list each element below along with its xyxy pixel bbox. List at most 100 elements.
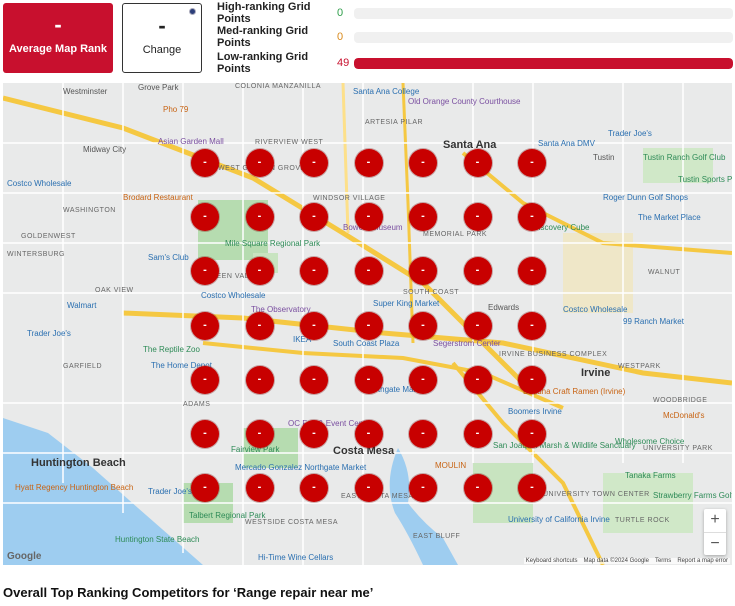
grid-rank-pin[interactable]: - (245, 474, 274, 503)
grid-rank-pin[interactable]: - (300, 149, 328, 177)
grid-rank-pin[interactable]: - (245, 311, 274, 340)
map-label: SOUTH COAST (403, 289, 460, 296)
map-label: WOODBRIDGE (653, 397, 708, 404)
stat-bar (354, 32, 733, 43)
map-label: Santa Ana (443, 139, 497, 151)
grid-rank-pin[interactable]: - (191, 474, 219, 503)
map-label: The Market Place (638, 213, 701, 222)
grid-rank-pin[interactable]: - (463, 474, 492, 503)
google-logo: Google (7, 551, 42, 562)
stat-row-low: Low-ranking Grid Points 49 (217, 51, 733, 75)
grid-rank-pin[interactable]: - (354, 149, 383, 177)
grid-rank-pin[interactable]: - (300, 420, 328, 448)
grid-rank-pin[interactable]: - (354, 203, 383, 232)
map-label: Walmart (67, 301, 97, 310)
map-label: Santa Ana College (353, 87, 420, 96)
grid-rank-pin[interactable]: - (409, 311, 437, 340)
grid-rank-pin[interactable]: - (354, 311, 383, 340)
grid-rank-pin[interactable]: - (463, 149, 492, 177)
map-label: Tustin Sports Park (678, 175, 732, 184)
change-card: - Change (122, 3, 202, 73)
map-label: McDonald's (663, 411, 705, 420)
map-label: Edwards (488, 303, 520, 312)
stat-fill (354, 58, 733, 69)
grid-rank-pin[interactable]: - (463, 203, 492, 232)
grid-rank-pin[interactable]: - (518, 474, 546, 503)
stat-label: Low-ranking Grid Points (217, 51, 309, 75)
grid-rank-pin[interactable]: - (409, 420, 437, 448)
grid-rank-pin[interactable]: - (409, 203, 437, 232)
grid-rank-pin[interactable]: - (191, 203, 219, 232)
info-icon[interactable] (189, 8, 196, 15)
grid-rank-pin[interactable]: - (191, 311, 219, 340)
map-label: Roger Dunn Golf Shops (603, 193, 688, 202)
map-label: Midway City (83, 145, 127, 154)
grid-rank-pin[interactable]: - (300, 311, 328, 340)
map-label: Westminster (63, 87, 108, 96)
rank-grid-map[interactable]: Westminster COLONIA MANZANILLA Grove Par… (3, 83, 732, 565)
map-label: Costco Wholesale (201, 291, 266, 300)
grid-rank-pin[interactable]: - (245, 149, 274, 177)
map-label: GOLDENWEST (21, 233, 76, 240)
map-label: WINDSOR VILLAGE (313, 195, 386, 202)
map-label: Hi-Time Wine Cellars (258, 553, 334, 562)
map-label: Super King Market (373, 299, 440, 308)
grid-rank-pin[interactable]: - (354, 257, 383, 286)
grid-rank-pin[interactable]: - (518, 365, 546, 394)
keyboard-shortcuts-link[interactable]: Keyboard shortcuts (526, 558, 578, 564)
grid-rank-pin[interactable]: - (409, 149, 437, 177)
grid-rank-pin[interactable]: - (409, 474, 437, 503)
grid-rank-pin[interactable]: - (191, 420, 219, 448)
grid-rank-pin[interactable]: - (518, 311, 546, 340)
grid-rank-pin[interactable]: - (245, 420, 274, 448)
map-label: EAST BLUFF (413, 533, 461, 540)
average-map-rank-label: Average Map Rank (8, 43, 108, 55)
map-attribution: Keyboard shortcuts Map data ©2024 Google… (523, 558, 730, 564)
grid-rank-pin[interactable]: - (354, 365, 383, 394)
terms-link[interactable]: Terms (655, 558, 671, 564)
grid-rank-pin[interactable]: - (354, 420, 383, 448)
zoom-out-button[interactable]: − (704, 532, 726, 555)
grid-rank-pin[interactable]: - (463, 420, 492, 448)
map-label: UNIVERSITY PARK (643, 445, 713, 452)
grid-rank-pin[interactable]: - (300, 474, 328, 503)
grid-rank-pin[interactable]: - (463, 365, 492, 394)
grid-rank-pin[interactable]: - (191, 149, 219, 177)
map-label: Costco Wholesale (563, 305, 628, 314)
grid-rank-pin[interactable]: - (518, 203, 546, 232)
map-label: Trader Joe's (608, 129, 652, 138)
report-error-link[interactable]: Report a map error (677, 558, 728, 564)
map-label: Boomers Irvine (508, 407, 562, 416)
grid-rank-pin[interactable]: - (409, 365, 437, 394)
map-label: WALNUT (648, 269, 681, 276)
map-label: WESTSIDE COSTA MESA (245, 519, 338, 526)
change-value: - (158, 13, 166, 38)
grid-rank-pin[interactable]: - (191, 365, 219, 394)
stat-bar (354, 58, 733, 69)
map-label: ARTESIA PILAR (365, 119, 424, 126)
map-label: Grove Park (138, 83, 179, 92)
grid-rank-pin[interactable]: - (300, 203, 328, 232)
grid-rank-pin[interactable]: - (518, 149, 546, 177)
map-label: Trader Joe's (148, 487, 192, 496)
section-title: Overall Top Ranking Competitors for ‘Ran… (3, 585, 374, 600)
map-label: IRVINE BUSINESS COMPLEX (499, 351, 608, 358)
average-map-rank-card: - Average Map Rank (3, 3, 113, 73)
grid-rank-pin[interactable]: - (518, 420, 546, 448)
grid-rank-pin[interactable]: - (300, 365, 328, 394)
change-label: Change (142, 44, 182, 56)
grid-rank-pin[interactable]: - (245, 203, 274, 232)
grid-rank-pin[interactable]: - (354, 474, 383, 503)
zoom-control: + − (704, 509, 726, 555)
map-label: Asian Garden Mall (158, 137, 224, 146)
grid-rank-pin[interactable]: - (245, 365, 274, 394)
map-label: OAK VIEW (95, 287, 134, 294)
grid-rank-pin[interactable]: - (463, 311, 492, 340)
stat-row-med: Med-ranking Grid Points 0 (217, 25, 733, 49)
grid-rank-pin[interactable]: - (463, 257, 492, 286)
map-label: MOULIN (435, 461, 467, 470)
grid-rank-pin[interactable]: - (245, 257, 274, 286)
zoom-in-button[interactable]: + (704, 509, 726, 532)
map-label: Tanaka Farms (625, 471, 676, 480)
map-label: 99 Ranch Market (623, 317, 684, 326)
